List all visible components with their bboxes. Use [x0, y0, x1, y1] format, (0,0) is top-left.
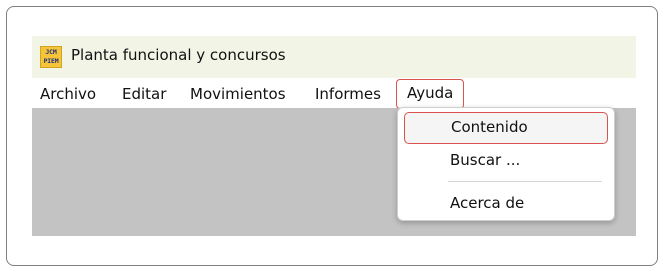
window-titlebar: JCM PIEM Planta funcional y concursos — [32, 36, 636, 78]
app-logo-text-top: JCM — [45, 48, 57, 56]
menu-ayuda[interactable]: Ayuda — [396, 79, 465, 109]
menu-separator — [448, 181, 602, 182]
menu-informes[interactable]: Informes — [315, 80, 381, 108]
menu-movimientos[interactable]: Movimientos — [190, 80, 286, 108]
menu-editar[interactable]: Editar — [122, 80, 166, 108]
ayuda-dropdown-menu: Contenido Buscar ... Acerca de — [397, 107, 615, 221]
window-title: Planta funcional y concursos — [71, 46, 286, 64]
app-logo-icon: JCM PIEM — [40, 46, 62, 68]
menu-archivo[interactable]: Archivo — [40, 80, 96, 108]
menu-item-buscar[interactable]: Buscar ... — [404, 144, 608, 176]
menu-item-acerca-de[interactable]: Acerca de — [404, 187, 608, 219]
app-logo-text-bottom: PIEM — [43, 57, 59, 65]
menubar: Archivo Editar Movimientos Informes Ayud… — [32, 79, 636, 109]
menu-item-contenido[interactable]: Contenido — [404, 112, 608, 144]
